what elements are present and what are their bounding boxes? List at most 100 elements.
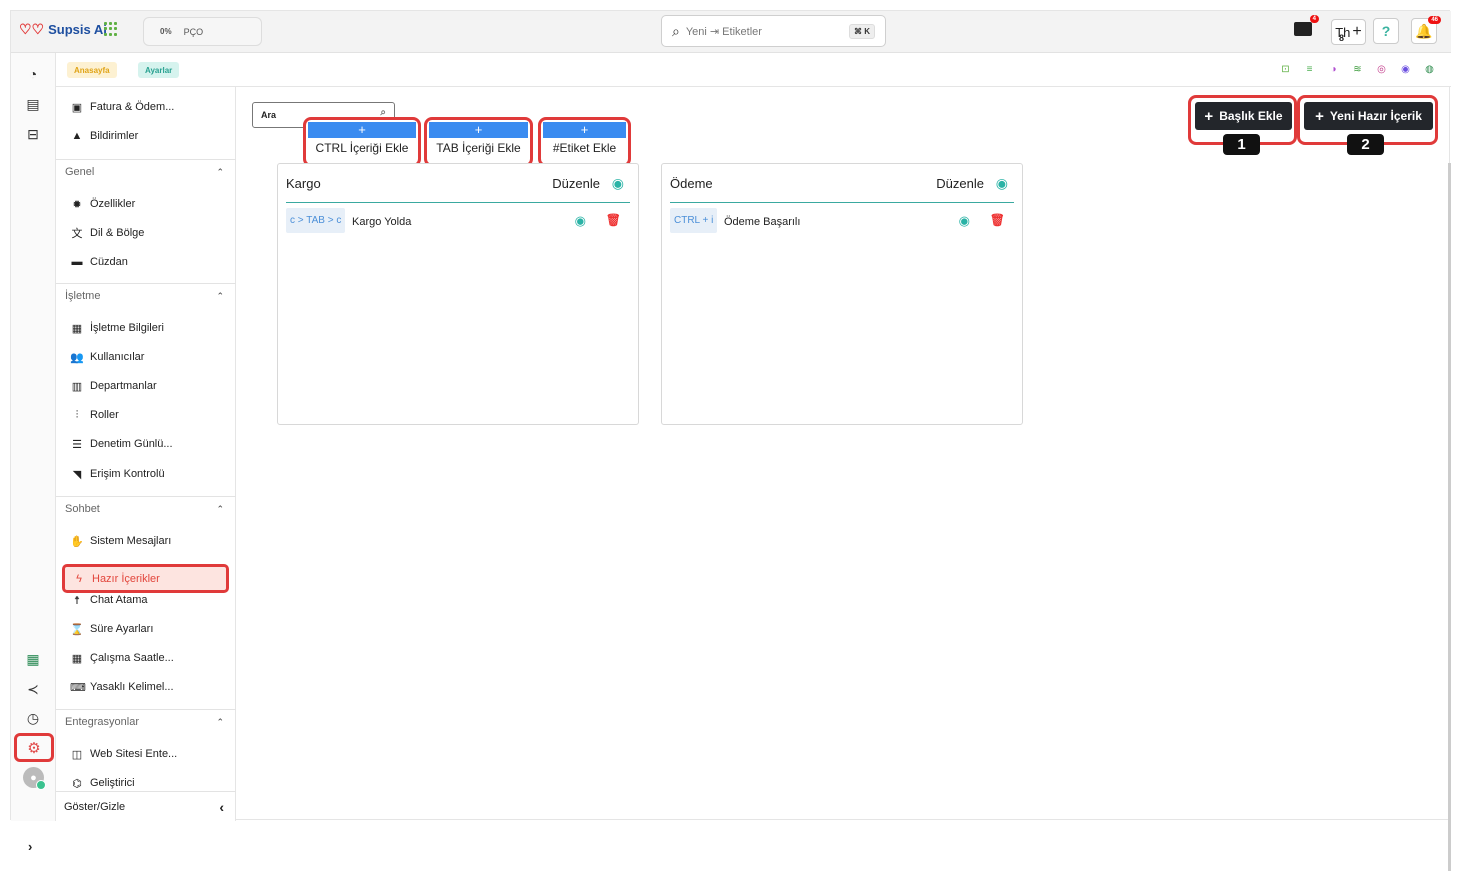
menu-item-business-info[interactable]: ▦ İşletme Bilgileri — [70, 318, 164, 338]
bell-icon: ▲ — [71, 130, 83, 142]
add-title-button[interactable]: + Başlık Ekle — [1195, 102, 1292, 130]
menu-item-canned-responses[interactable]: ϟ Hazır İçerikler — [62, 564, 229, 593]
menu-item-label: Cüzdan — [90, 256, 128, 268]
content-title[interactable]: Ödeme Başarılı — [724, 216, 800, 228]
eye-icon[interactable]: ◉ — [996, 175, 1008, 192]
notifications-button[interactable]: 🔔 46 — [1411, 16, 1441, 44]
add-hashtag-button[interactable]: + #Etiket Ekle — [538, 117, 631, 167]
menu-item-notifications[interactable]: ▲ Bildirimler — [70, 126, 139, 146]
menu-item-label: Departmanlar — [90, 380, 157, 392]
share-icon[interactable]: ≺ — [24, 680, 42, 698]
menu-item-departments[interactable]: ▥ Departmanlar — [70, 376, 157, 396]
settings-gear-icon[interactable]: ⚙ — [14, 733, 54, 762]
menu-item-access-control[interactable]: ◥ Erişim Kontrolü — [70, 464, 165, 484]
eye-icon[interactable]: ◉ — [612, 175, 624, 192]
breadcrumb-settings[interactable]: Ayarlar — [138, 62, 180, 78]
list-channel-icon[interactable]: ≡ — [1302, 62, 1317, 77]
content-title[interactable]: Kargo Yolda — [352, 216, 411, 228]
user-avatar[interactable]: ● — [23, 767, 46, 790]
section-title[interactable]: Entegrasyonlar — [65, 716, 139, 728]
vertical-scrollbar[interactable] — [1448, 163, 1451, 871]
menu-item-banned-words[interactable]: ⌨ Yasaklı Kelimel... — [70, 677, 174, 697]
card-edit-button[interactable]: Düzenle — [936, 176, 984, 191]
menu-item-users[interactable]: 👥 Kullanıcılar — [70, 347, 144, 367]
trash-icon[interactable]: 🗑 — [606, 213, 621, 227]
whatsapp-icon[interactable]: ◍ — [1422, 62, 1437, 77]
lightning-icon: ϟ — [76, 573, 82, 585]
card-divider — [286, 202, 630, 203]
plus-icon: + — [543, 122, 626, 138]
instagram-icon[interactable]: ◎ — [1374, 62, 1389, 77]
expand-chevron-icon[interactable]: › — [28, 839, 32, 854]
building-icon: ▦ — [71, 322, 83, 335]
shortcut-badge: c > TAB > c — [286, 208, 346, 233]
add-ctrl-content-button[interactable]: + CTRL İçeriği Ekle — [303, 117, 421, 167]
chevron-up-icon[interactable]: ⌃ — [216, 504, 224, 515]
menu-item-developer[interactable]: ⌬ Geliştirici — [70, 773, 134, 793]
card-divider — [670, 202, 1014, 203]
menu-item-label: Kullanıcılar — [90, 351, 145, 363]
voice-channel-icon[interactable]: ◑ — [1326, 62, 1341, 77]
section-title[interactable]: İşletme — [65, 290, 100, 302]
global-search-input[interactable]: ⌕ Yeni ⇥ Etiketler ⌘ K — [661, 15, 886, 47]
mail-icon[interactable]: 4 — [1294, 15, 1319, 36]
menu-item-audit-log[interactable]: ☰ Denetim Günlü... — [70, 434, 172, 454]
messenger-icon[interactable]: ◉ — [1398, 62, 1413, 77]
menu-item-chat-assign[interactable]: ☨ Chat Atama — [70, 590, 147, 610]
trash-icon[interactable]: 🗑 — [990, 213, 1005, 227]
eye-icon[interactable]: ◉ — [575, 213, 586, 229]
add-tab-button[interactable]: Th + 8 — [1331, 19, 1366, 45]
plus-icon: + — [308, 122, 416, 138]
menu-item-time-settings[interactable]: ⌛ Süre Ayarları — [70, 619, 153, 639]
wave-icon: ✋ — [70, 535, 84, 548]
menu-item-wallet[interactable]: ▬ Cüzdan — [70, 252, 128, 272]
chevron-up-icon[interactable]: ⌃ — [216, 717, 224, 728]
inbox-icon[interactable]: ⊟ — [24, 125, 42, 143]
app-logo[interactable]: ♡♡ Supsis Ai — [19, 21, 107, 38]
menu-item-features[interactable]: ✹ Özellikler — [70, 194, 135, 214]
button-label: CTRL İçeriği Ekle — [315, 141, 409, 155]
section-genel: Genel ⌃ ✹ Özellikler 文 Dil & Bölge ▬ Cüz… — [56, 159, 236, 283]
chevron-up-icon[interactable]: ⌃ — [216, 291, 224, 302]
chat-icon[interactable]: ◔ — [24, 65, 42, 83]
new-canned-content-button[interactable]: + Yeni Hazır İçerik — [1304, 102, 1433, 130]
bot-channel-icon[interactable]: ⊡ — [1278, 62, 1293, 77]
menu-item-label: Hazır İçerikler — [92, 573, 160, 585]
breadcrumb-home[interactable]: Anasayfa — [67, 62, 117, 78]
progress-indicator[interactable]: 0% PÇO — [143, 17, 262, 46]
menu-item-label: Fatura & Ödem... — [90, 101, 175, 113]
reports-icon[interactable]: ◷ — [24, 709, 42, 727]
th-count: 8 — [1339, 33, 1345, 43]
card-edit-button[interactable]: Düzenle — [552, 176, 600, 191]
bell-icon: 🔔 — [1415, 22, 1433, 39]
toggle-menu-button[interactable]: Göster/Gizle ‹ — [56, 791, 236, 821]
settings-menu: ▣ Fatura & Ödem... ▲ Bildirimler Genel ⌃… — [56, 87, 236, 821]
menu-item-label: Çalışma Saatle... — [90, 652, 174, 664]
menu-item-roles[interactable]: ⫶ Roller — [70, 405, 119, 425]
category-card-odeme: Ödeme Düzenle ◉ CTRL + i Ödeme Başarılı … — [661, 163, 1023, 425]
card-title: Kargo — [286, 176, 321, 191]
mail-count-badge: 4 — [1309, 15, 1319, 23]
menu-item-website-integration[interactable]: ◫ Web Sitesi Ente... — [70, 744, 177, 764]
channel-icons: ⊡ ≡ ◑ ≋ ◎ ◉ ◍ — [1278, 62, 1437, 77]
section-title[interactable]: Sohbet — [65, 503, 100, 515]
help-button[interactable]: ? — [1373, 18, 1399, 44]
section-title[interactable]: Genel — [65, 166, 94, 178]
wifi-channel-icon[interactable]: ≋ — [1350, 62, 1365, 77]
apps-grid-icon[interactable] — [104, 22, 118, 36]
gear-icon: ✹ — [72, 198, 82, 211]
keyboard-icon: ⌨ — [70, 681, 86, 694]
contacts-icon[interactable]: ▤ — [24, 95, 42, 113]
add-tab-content-button[interactable]: + TAB İçeriği Ekle — [424, 117, 533, 167]
menu-item-system-messages[interactable]: ✋ Sistem Mesajları — [70, 531, 171, 551]
roles-icon: ⫶ — [75, 408, 79, 421]
menu-item-billing[interactable]: ▣ Fatura & Ödem... — [70, 97, 175, 117]
menu-item-language[interactable]: 文 Dil & Bölge — [70, 223, 145, 243]
users-icon: 👥 — [70, 351, 84, 364]
eye-icon[interactable]: ◉ — [959, 213, 970, 229]
toggle-label: Göster/Gizle — [64, 800, 126, 813]
dashboard-icon[interactable]: ▦ — [24, 650, 42, 668]
chevron-up-icon[interactable]: ⌃ — [216, 167, 224, 178]
plus-icon: + — [1204, 107, 1214, 125]
menu-item-working-hours[interactable]: ▦ Çalışma Saatle... — [70, 648, 174, 668]
